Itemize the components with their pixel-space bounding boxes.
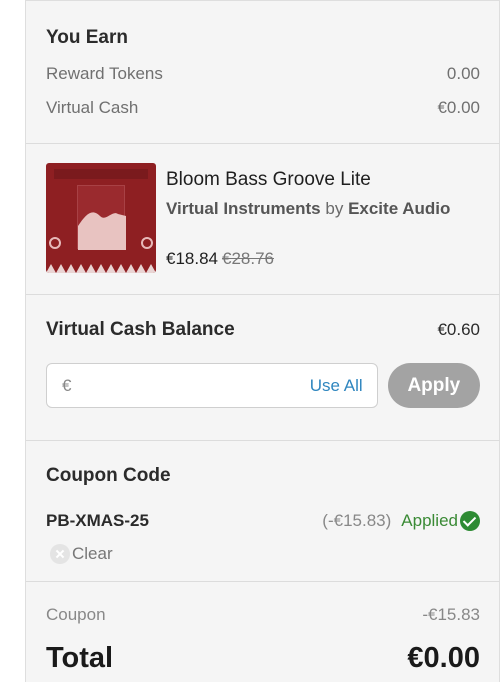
thumb-knob-icon [141,237,153,249]
total-label: Total [46,642,114,674]
virtual-cash-input[interactable]: € Use All [46,363,378,408]
virtual-cash-label: Virtual Cash [46,98,139,117]
clear-coupon-button[interactable]: Clear [50,544,480,564]
product-title[interactable]: Bloom Bass Groove Lite [166,169,450,191]
divider [26,581,500,582]
apply-button[interactable]: Apply [387,363,480,408]
you-earn-section: You Earn Reward Tokens 0.00 Virtual Cash… [26,27,500,119]
checkout-summary-panel: You Earn Reward Tokens 0.00 Virtual Cash… [26,0,500,682]
thumb-knob-icon [49,237,61,249]
close-circle-icon [50,544,70,564]
product-vendor[interactable]: Excite Audio [348,199,450,218]
product-info: Bloom Bass Groove Lite Virtual Instrumen… [166,163,450,273]
balance-title: Virtual Cash Balance [46,319,235,340]
reward-tokens-label: Reward Tokens [46,64,163,83]
total-value: €0.00 [407,642,480,674]
thumb-keys-icon [46,264,156,273]
virtual-cash-value: €0.00 [437,98,480,117]
reward-tokens-row: Reward Tokens 0.00 [46,63,480,85]
balance-row: Virtual Cash Balance €0.60 [46,319,480,341]
divider [26,143,500,144]
thumb-screen [77,185,126,250]
coupon-discount: (-€15.83) [322,511,392,530]
coupon-status: (-€15.83) Applied [322,511,480,531]
product-subtitle: Virtual Instruments by Excite Audio [166,199,450,219]
coupon-total-value: -€15.83 [422,605,480,624]
product-by: by [325,199,344,218]
clear-label: Clear [72,544,113,563]
currency-prefix: € [62,375,72,395]
divider [26,294,500,295]
product-old-price: €28.76 [222,249,274,268]
thumb-header-bar [54,169,148,179]
coupon-row: PB-XMAS-25 (-€15.83) Applied [46,511,480,531]
product-item: Bloom Bass Groove Lite Virtual Instrumen… [26,163,500,273]
coupon-total-label: Coupon [46,605,106,624]
you-earn-title: You Earn [46,27,128,48]
coupon-code: PB-XMAS-25 [46,511,149,530]
reward-tokens-value: 0.00 [446,64,480,83]
apply-cash-row: € Use All Apply [46,363,480,408]
use-all-link[interactable]: Use All [310,376,363,396]
left-pane-edge [0,0,26,682]
check-circle-icon [460,511,480,531]
totals-section: Coupon -€15.83 Total €0.00 [26,604,500,675]
virtual-cash-row: Virtual Cash €0.00 [46,97,480,119]
coupon-title: Coupon Code [46,465,171,486]
product-price: €18.84 [166,249,218,268]
coupon-applied-label: Applied [401,511,458,530]
grand-total-row: Total €0.00 [46,642,480,675]
coupon-section: Coupon Code PB-XMAS-25 (-€15.83) Applied… [26,465,500,564]
virtual-cash-balance-section: Virtual Cash Balance €0.60 € Use All App… [26,319,500,408]
product-category[interactable]: Virtual Instruments [166,199,321,218]
product-price-row: €18.84 €28.76 [166,249,450,269]
product-thumbnail[interactable] [46,163,156,273]
coupon-total-row: Coupon -€15.83 [46,604,480,626]
balance-value: €0.60 [437,320,480,339]
divider [26,440,500,441]
